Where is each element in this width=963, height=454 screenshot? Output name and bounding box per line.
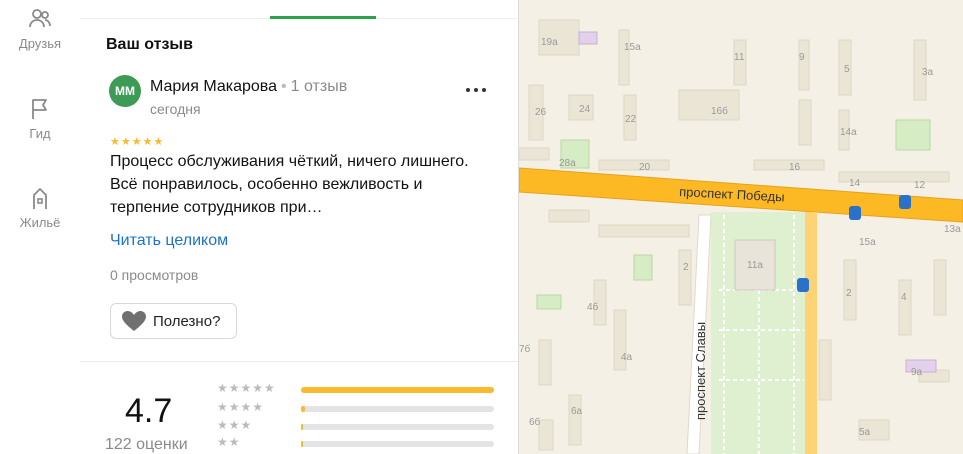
author-name[interactable]: Мария Макарова [150,78,277,95]
rail-friends[interactable]: Друзья [0,6,80,51]
friends-icon [29,9,51,28]
building-label: 26 [535,107,547,118]
building-label: 9 [799,52,805,63]
rating-bar-fill [301,441,303,447]
rating-bar-fill [301,424,303,430]
building-label: 5 [844,64,850,75]
building-label: 14а [840,127,857,138]
map-canvas[interactable]: проспект Победы проспект Славы 19а 15а 1… [519,0,963,454]
rating-bar [301,441,494,447]
rating-value: 4.7 [125,392,173,430]
section-title: Ваш отзыв [106,36,193,53]
rating-row-stars: ★★★ [217,418,253,432]
street-label-slavy: проспект Славы [693,322,708,420]
building-label: 20 [639,162,651,173]
building-label: 15а [624,42,641,53]
building-label: 12 [914,180,926,191]
map-view[interactable]: проспект Победы проспект Славы 19а 15а 1… [519,0,963,454]
review-text: Процесс обслуживания чёткий, ничего лишн… [110,153,469,216]
building-label: 2 [846,288,852,299]
rating-row-stars: ★★★★ [217,400,265,414]
rating-bar-fill [301,406,305,412]
building-label: 9а [911,367,923,378]
heart-icon [122,311,146,331]
building-label: 6б [529,416,541,428]
building-label: 11а [747,260,763,271]
building-label: 3а [922,67,934,78]
housing-icon [33,188,47,209]
useful-button[interactable]: Полезно? [110,303,237,339]
building-label: 22 [625,114,637,125]
rating-bar-fill [301,387,494,393]
rail-housing[interactable]: Жильё [0,185,80,230]
building-label: 4а [621,352,633,363]
rail-housing-label: Жильё [19,215,61,230]
avatar[interactable]: ММ [109,75,141,107]
active-tab-indicator [270,16,376,19]
flag-icon [32,99,47,119]
rating-row-stars: ★★ [217,435,241,449]
ratings-count: 122 оценки [105,436,188,453]
rating-bar [301,406,494,412]
views-count: 0 просмотров [110,267,199,283]
review-stars: ★★★★★ [110,136,165,148]
rail-friends-label: Друзья [18,36,62,51]
building-label: 16б [711,105,728,117]
rail-guide-label: Гид [29,126,51,141]
left-rail: Друзья Гид Жильё [0,0,81,454]
building-label: 24 [579,104,591,115]
rail-guide[interactable]: Гид [0,96,80,141]
author-review-count: 1 отзыв [290,78,348,95]
building-label: 2 [683,262,689,273]
building-label: 28а [559,158,576,169]
rating-row-stars: ★★★★★ [217,381,276,395]
review-date: сегодня [150,101,201,117]
read-more-link[interactable]: Читать целиком [110,232,228,250]
review-panel: Ваш отзыв ММ Мария Макарова • 1 отзыв сего… [80,0,519,454]
building-label: 15а [859,237,876,248]
rating-bar [301,387,494,393]
building-label: 7б [519,343,531,355]
building-label: 6а [571,406,583,417]
separator-dot: • [281,78,287,95]
building-label: 14 [849,178,861,189]
building-label: 13а [944,224,961,235]
useful-label: Полезно? [153,312,221,330]
building-label: 19а [541,37,558,48]
building-label: 11 [734,52,745,63]
rating-bar [301,424,494,430]
more-options-icon[interactable] [464,80,488,100]
building-label: 4б [587,301,599,313]
building-label: 5а [859,427,871,438]
author-line: Мария Макарова • 1 отзыв [150,78,347,96]
building-label: 16 [789,162,801,173]
building-label: 4 [901,292,907,303]
divider [80,361,518,362]
